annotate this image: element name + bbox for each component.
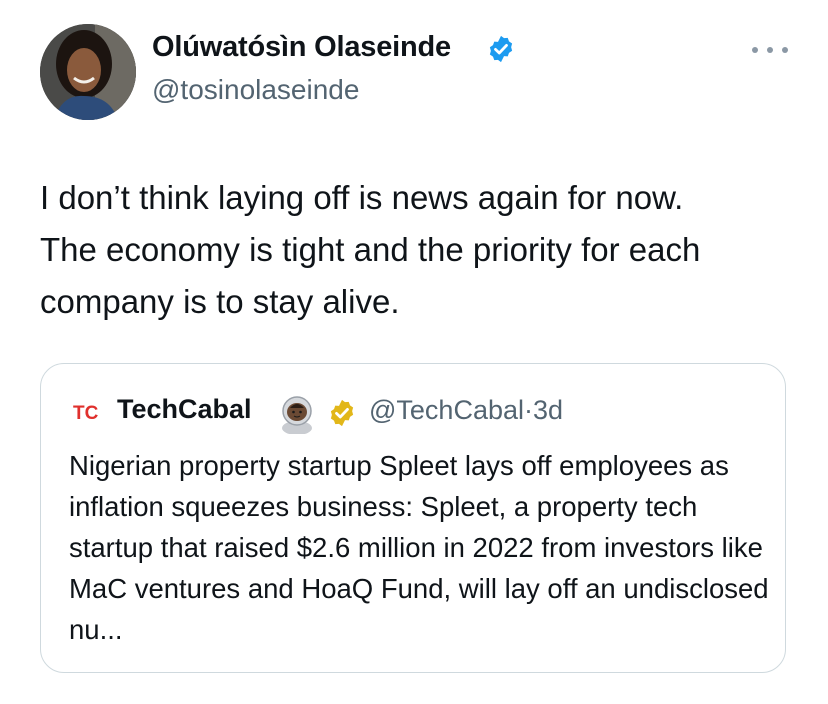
astronaut-emoji-icon bbox=[282, 396, 312, 434]
quote-timestamp[interactable]: 3d bbox=[533, 395, 563, 425]
tweet-text: I don’t think laying off is news again f… bbox=[40, 179, 701, 320]
avatar[interactable] bbox=[40, 24, 136, 120]
quote-handle[interactable]: @TechCabal bbox=[369, 395, 524, 425]
techcabal-logo-icon: TC bbox=[73, 403, 99, 423]
verified-badge-icon bbox=[489, 35, 513, 63]
gold-verified-badge-icon bbox=[330, 399, 354, 427]
author-handle[interactable]: @tosinolaseinde bbox=[152, 74, 359, 106]
more-horizontal-icon[interactable] bbox=[752, 38, 788, 62]
quote-handle-time: @TechCabal·3d bbox=[369, 395, 563, 426]
author-display-name[interactable]: Olúwatósìn Olaseinde bbox=[152, 31, 451, 64]
dot-separator: · bbox=[524, 395, 533, 425]
quote-text: Nigerian property startup Spleet lays of… bbox=[69, 450, 769, 645]
quote-display-name[interactable]: TechCabal bbox=[117, 394, 252, 425]
avatar-photo bbox=[40, 24, 136, 120]
quote-tweet-card[interactable]: TC TechCabal @TechCabal·3d Nigerian prop… bbox=[40, 363, 786, 673]
techcabal-logo-text: TC bbox=[73, 403, 99, 423]
